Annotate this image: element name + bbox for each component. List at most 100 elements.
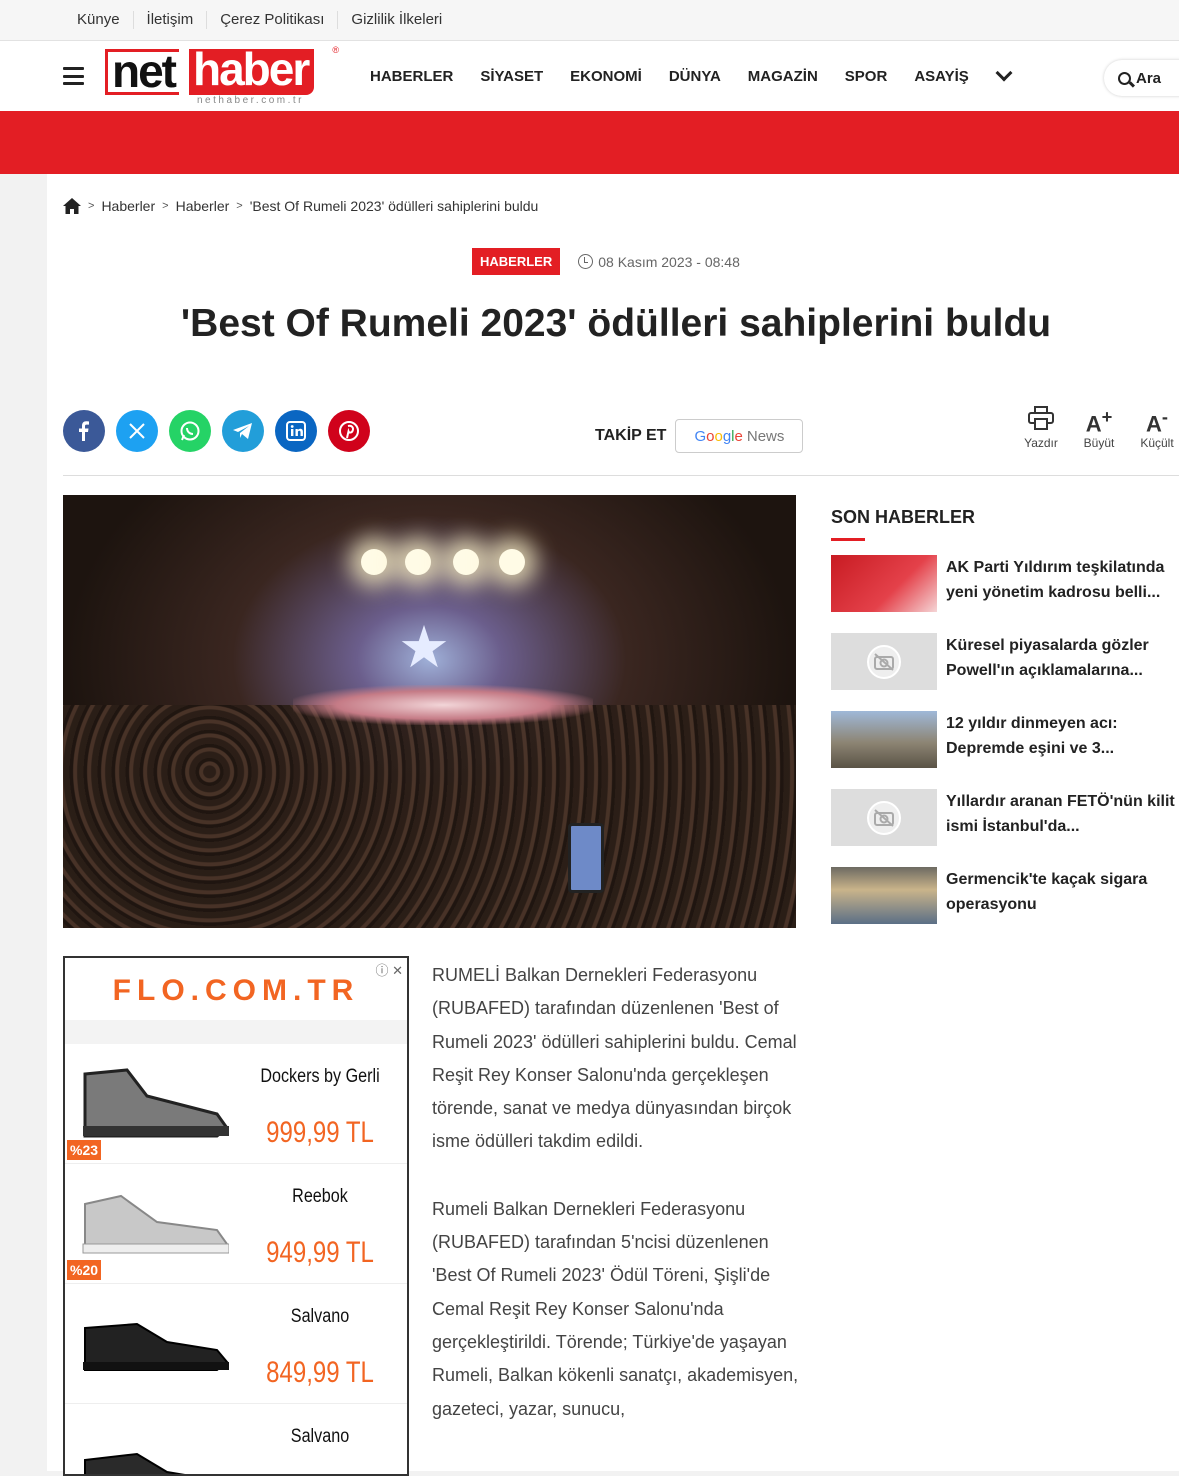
share-buttons	[63, 410, 381, 452]
hero-spotlight	[405, 549, 431, 575]
nav-item-asayis[interactable]: ASAYİŞ	[914, 68, 968, 85]
print-label: Yazdır	[1024, 436, 1058, 450]
shoe-icon	[82, 1194, 229, 1254]
nav-item-magazin[interactable]: MAGAZİN	[748, 68, 818, 85]
news-item-title: Germencik'te kaçak sigara operasyonu	[946, 871, 1148, 913]
breadcrumb-item[interactable]: Haberler	[176, 198, 230, 214]
x-share-button[interactable]	[116, 410, 158, 452]
news-item[interactable]: Küresel piyasalarda gözler Powell'ın açı…	[831, 633, 1179, 711]
nav-item-ekonomi[interactable]: EKONOMİ	[570, 68, 642, 85]
font-decrease-button[interactable]: A- Küçült	[1128, 406, 1179, 450]
news-item[interactable]: AK Parti Yıldırım teşkilatında yeni yöne…	[831, 555, 1179, 633]
font-increase-icon: A+	[1070, 406, 1128, 436]
font-increase-label: Büyüt	[1083, 436, 1115, 450]
print-button[interactable]: Yazdır	[1012, 406, 1070, 450]
product-price: 949,99 TL	[266, 1236, 374, 1269]
nav-item-siyaset[interactable]: SİYASET	[480, 68, 543, 85]
follow-section: TAKİP ET Google News	[595, 419, 804, 453]
discount-badge: %20	[67, 1260, 102, 1280]
whatsapp-icon	[180, 421, 200, 441]
logo-haber: haber	[189, 46, 315, 95]
clock-icon	[578, 254, 594, 269]
date-text: 08 Kasım 2023 - 08:48	[598, 253, 740, 270]
ad-product[interactable]: %23 Dockers by Gerli 999,99 TL	[65, 1044, 407, 1164]
font-decrease-label: Küçült	[1140, 436, 1174, 450]
whatsapp-share-button[interactable]	[169, 410, 211, 452]
logo-registered: ®	[332, 45, 339, 55]
facebook-share-button[interactable]	[63, 410, 105, 452]
article-paragraph: Rumeli Balkan Dernekleri Federasyonu (RU…	[432, 1198, 799, 1419]
product-price: 999,99 TL	[266, 1116, 374, 1149]
google-news-label: News	[746, 427, 785, 445]
news-thumbnail	[831, 633, 937, 690]
news-item[interactable]: 12 yıldır dinmeyen acı: Depremde eşini v…	[831, 711, 1179, 789]
product-name: Salvano	[290, 1426, 350, 1447]
breadcrumb: > Haberler > Haberler > 'Best Of Rumeli …	[63, 198, 538, 214]
news-item[interactable]: Germencik'te kaçak sigara operasyonu	[831, 867, 1179, 945]
hero-stage	[293, 685, 593, 725]
discount-badge: %23	[67, 1140, 102, 1160]
printer-icon	[1028, 406, 1054, 430]
news-thumbnail	[831, 711, 937, 768]
divider	[63, 475, 1179, 476]
ad-product[interactable]: Salvano	[65, 1404, 407, 1474]
main-content: > Haberler > Haberler > 'Best Of Rumeli …	[47, 174, 1179, 1476]
nav-item-haberler[interactable]: HABERLER	[370, 68, 453, 85]
hero-spotlight	[499, 549, 525, 575]
news-item[interactable]: Yıllardır aranan FETÖ'nün kilit ismi İst…	[831, 789, 1179, 867]
search-button[interactable]: Ara	[1104, 60, 1179, 96]
google-news-button[interactable]: Google News	[675, 419, 804, 453]
ad-product[interactable]: %20 Reebok 949,99 TL	[65, 1164, 407, 1284]
font-increase-button[interactable]: A+ Büyüt	[1070, 406, 1128, 450]
pinterest-share-button[interactable]	[328, 410, 370, 452]
news-item-title: AK Parti Yıldırım teşkilatında yeni yöne…	[946, 559, 1165, 601]
news-item-title: Küresel piyasalarda gözler Powell'ın açı…	[946, 637, 1149, 679]
search-icon	[1118, 71, 1131, 85]
publish-date: 08 Kasım 2023 - 08:48	[578, 254, 740, 270]
nav-item-dunya[interactable]: DÜNYA	[669, 68, 721, 85]
google-letter: o	[714, 427, 723, 445]
product-price: 849,99 TL	[266, 1356, 374, 1389]
topbar-link-cerez[interactable]: Çerez Politikası	[207, 11, 339, 29]
google-letter: o	[706, 427, 715, 445]
no-image-icon	[867, 644, 901, 679]
font-decrease-icon: A-	[1128, 406, 1179, 436]
breadcrumb-item[interactable]: Haberler	[101, 198, 155, 214]
article-title: 'Best Of Rumeli 2023' ödülleri sahipleri…	[180, 302, 1052, 345]
telegram-share-button[interactable]	[222, 410, 264, 452]
hero-spotlight	[453, 549, 479, 575]
font-increase-glyph: A	[1085, 411, 1102, 437]
facebook-icon	[79, 421, 89, 441]
chevron-down-icon[interactable]	[995, 64, 1013, 82]
ad-banner-strip	[0, 111, 1179, 174]
menu-icon[interactable]	[63, 67, 84, 85]
topbar-link-iletisim[interactable]: İletişim	[134, 11, 208, 29]
x-icon	[129, 423, 145, 439]
shoe-icon	[83, 1322, 229, 1371]
topbar-link-gizlilik[interactable]: Gizlilik İlkeleri	[338, 11, 455, 29]
topbar-link-kunye[interactable]: Künye	[64, 11, 134, 29]
ad-brand: FLO.COM.TR	[112, 974, 360, 1007]
pinterest-icon	[339, 421, 359, 441]
ad-close-icon[interactable]: ⓘ ✕	[375, 960, 403, 979]
font-decrease-glyph: A	[1146, 411, 1162, 437]
home-icon[interactable]	[63, 198, 81, 214]
google-letter: e	[734, 427, 743, 445]
site-logo[interactable]: net haber ® nethaber.com.tr	[105, 45, 339, 106]
main-nav: HABERLER SİYASET EKONOMİ DÜNYA MAGAZİN S…	[370, 41, 1013, 111]
search-label: Ara	[1136, 69, 1162, 87]
nav-item-spor[interactable]: SPOR	[845, 68, 888, 85]
breadcrumb-separator: >	[162, 200, 169, 212]
ad-product[interactable]: Salvano 849,99 TL	[65, 1284, 407, 1404]
telegram-icon	[233, 423, 252, 439]
news-item-title: Yıllardır aranan FETÖ'nün kilit ismi İst…	[946, 793, 1175, 835]
news-thumbnail	[831, 555, 937, 612]
article-meta: HABERLER 08 Kasım 2023 - 08:48	[472, 248, 740, 275]
linkedin-icon	[286, 421, 306, 441]
linkedin-share-button[interactable]	[275, 410, 317, 452]
font-increase-sign: +	[1101, 406, 1113, 427]
ad-panel[interactable]: ⓘ ✕ FLO.COM.TR %23 Dockers by Gerli 999,…	[63, 956, 409, 1476]
top-links-bar: Künye İletişim Çerez Politikası Gizlilik…	[0, 0, 1179, 41]
category-badge[interactable]: HABERLER	[472, 248, 561, 275]
product-name: Dockers by Gerli	[260, 1066, 380, 1087]
